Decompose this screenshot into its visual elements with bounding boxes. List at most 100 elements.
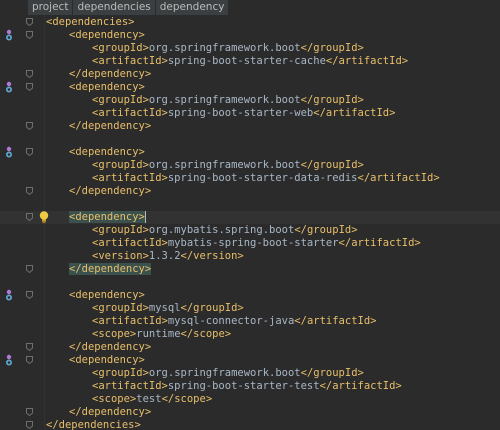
xml-tag: </groupId> — [300, 42, 364, 54]
xml-tag: <artifactId> — [92, 55, 168, 67]
xml-value: spring-boot-starter-data-redis — [167, 172, 358, 184]
breadcrumb-item-project[interactable]: project — [28, 0, 73, 15]
fold-arrow-icon[interactable] — [26, 291, 33, 299]
fold-arrow-icon[interactable] — [26, 343, 33, 351]
xml-tag: </dependency> — [69, 185, 152, 197]
fold-arrow-icon[interactable] — [26, 265, 33, 273]
xml-tag: </dependency> — [69, 120, 152, 132]
fold-arrow-icon[interactable] — [26, 421, 33, 429]
code-line[interactable] — [0, 276, 500, 289]
code-line[interactable]: <dependency> — [0, 146, 500, 159]
code-line[interactable]: <dependency> — [0, 354, 500, 367]
code-line[interactable]: </dependency> — [0, 120, 500, 133]
code-text: <dependency> — [69, 211, 146, 224]
code-line[interactable]: <scope>test</scope> — [0, 393, 500, 406]
xml-tag: <groupId> — [92, 302, 149, 314]
xml-tag: <dependency> — [69, 289, 145, 301]
fold-arrow-icon[interactable] — [26, 187, 33, 195]
maven-dependency-icon[interactable] — [5, 146, 13, 158]
code-line[interactable]: <groupId>org.springframework.boot</group… — [0, 94, 500, 107]
xml-tag: <scope> — [92, 328, 137, 340]
maven-dependency-icon[interactable] — [5, 354, 13, 366]
code-text: <scope>runtime</scope> — [92, 328, 231, 341]
fold-arrow-icon[interactable] — [26, 213, 33, 221]
xml-tag: <groupId> — [92, 42, 149, 54]
xml-tag-matched: <dependency> — [69, 211, 145, 223]
xml-tag: <groupId> — [92, 159, 149, 171]
xml-value: mysql — [148, 302, 181, 314]
code-line[interactable]: <artifactId>mybatis-spring-boot-starter<… — [0, 237, 500, 250]
code-line[interactable] — [0, 133, 500, 146]
code-line[interactable]: </dependency> — [0, 68, 500, 81]
xml-tag: </artifactId> — [357, 172, 440, 184]
xml-value: 1.3.2 — [148, 250, 181, 262]
code-line[interactable] — [0, 198, 500, 211]
fold-arrow-icon[interactable] — [26, 70, 33, 78]
code-line[interactable]: </dependency> — [0, 406, 500, 419]
code-line[interactable]: </dependency> — [0, 263, 500, 276]
xml-value: runtime — [136, 328, 181, 340]
code-line[interactable]: </dependency> — [0, 185, 500, 198]
code-line[interactable]: <dependency> — [0, 29, 500, 42]
code-text: <dependency> — [69, 81, 145, 94]
xml-tag: </scope> — [161, 393, 213, 405]
xml-tag: <artifactId> — [92, 172, 168, 184]
xml-tag: </dependencies> — [46, 419, 141, 430]
code-text: <dependency> — [69, 146, 145, 159]
breadcrumb-item-dependency[interactable]: dependency — [155, 0, 229, 15]
fold-arrow-icon[interactable] — [26, 408, 33, 416]
fold-arrow-icon[interactable] — [26, 148, 33, 156]
xml-tag: <dependency> — [69, 354, 145, 366]
code-text: <artifactId>mybatis-spring-boot-starter<… — [92, 237, 421, 250]
code-text: <artifactId>spring-boot-starter-test</ar… — [92, 380, 402, 393]
maven-dependency-icon[interactable] — [5, 29, 13, 41]
fold-arrow-icon[interactable] — [26, 31, 33, 39]
code-line[interactable]: <groupId>org.springframework.boot</group… — [0, 367, 500, 380]
xml-tag: <groupId> — [92, 94, 149, 106]
maven-dependency-icon[interactable] — [5, 289, 13, 301]
xml-tag: </scope> — [180, 328, 232, 340]
code-line[interactable]: <artifactId>spring-boot-starter-web</art… — [0, 107, 500, 120]
code-text: </dependency> — [69, 185, 151, 198]
code-line[interactable]: <groupId>org.mybatis.spring.boot</groupI… — [0, 224, 500, 237]
xml-tag: </dependency> — [69, 406, 152, 418]
xml-value: mysql-connector-java — [167, 315, 295, 327]
code-line[interactable]: <version>1.3.2</version> — [0, 250, 500, 263]
code-text: <groupId>org.springframework.boot</group… — [92, 94, 364, 107]
xml-value: spring-boot-starter-cache — [167, 55, 326, 67]
code-text: <artifactId>spring-boot-starter-data-red… — [92, 172, 440, 185]
code-line[interactable]: <groupId>org.springframework.boot</group… — [0, 42, 500, 55]
code-line[interactable]: <artifactId>mysql-connector-java</artifa… — [0, 315, 500, 328]
code-line[interactable]: <dependencies> — [0, 16, 500, 29]
code-line[interactable]: <artifactId>spring-boot-starter-test</ar… — [0, 380, 500, 393]
xml-tag: <dependencies> — [46, 16, 135, 28]
xml-tag: </artifactId> — [313, 107, 396, 119]
code-line[interactable]: <artifactId>spring-boot-starter-data-red… — [0, 172, 500, 185]
code-line[interactable]: <groupId>mysql</groupId> — [0, 302, 500, 315]
code-line[interactable]: <groupId>org.springframework.boot</group… — [0, 159, 500, 172]
fold-arrow-icon[interactable] — [26, 356, 33, 364]
code-line[interactable]: <dependency> — [0, 289, 500, 302]
fold-arrow-icon[interactable] — [26, 83, 33, 91]
code-line[interactable]: </dependency> — [0, 341, 500, 354]
code-text: </dependency> — [69, 406, 151, 419]
fold-arrow-icon[interactable] — [26, 122, 33, 130]
breadcrumb-item-dependencies[interactable]: dependencies — [73, 0, 155, 15]
xml-value: org.springframework.boot — [148, 94, 301, 106]
xml-tag: </groupId> — [300, 159, 364, 171]
xml-tag: <dependency> — [69, 29, 145, 41]
code-text: <dependencies> — [46, 16, 135, 29]
code-line[interactable]: </dependencies> — [0, 419, 500, 430]
code-line[interactable]: <artifactId>spring-boot-starter-cache</a… — [0, 55, 500, 68]
maven-dependency-icon[interactable] — [5, 81, 13, 93]
code-text: <dependency> — [69, 29, 145, 42]
code-line[interactable]: <scope>runtime</scope> — [0, 328, 500, 341]
code-editor[interactable]: <dependencies> <dependency> <groupId>org.s… — [0, 15, 500, 430]
fold-arrow-icon[interactable] — [26, 18, 33, 26]
code-text: <artifactId>mysql-connector-java</artifa… — [92, 315, 376, 328]
xml-tag: </dependency> — [69, 341, 152, 353]
code-line[interactable]: <dependency> — [0, 81, 500, 94]
xml-tag: </groupId> — [294, 224, 358, 236]
lightbulb-icon[interactable] — [38, 210, 50, 224]
code-line[interactable]: <dependency> — [0, 211, 500, 224]
